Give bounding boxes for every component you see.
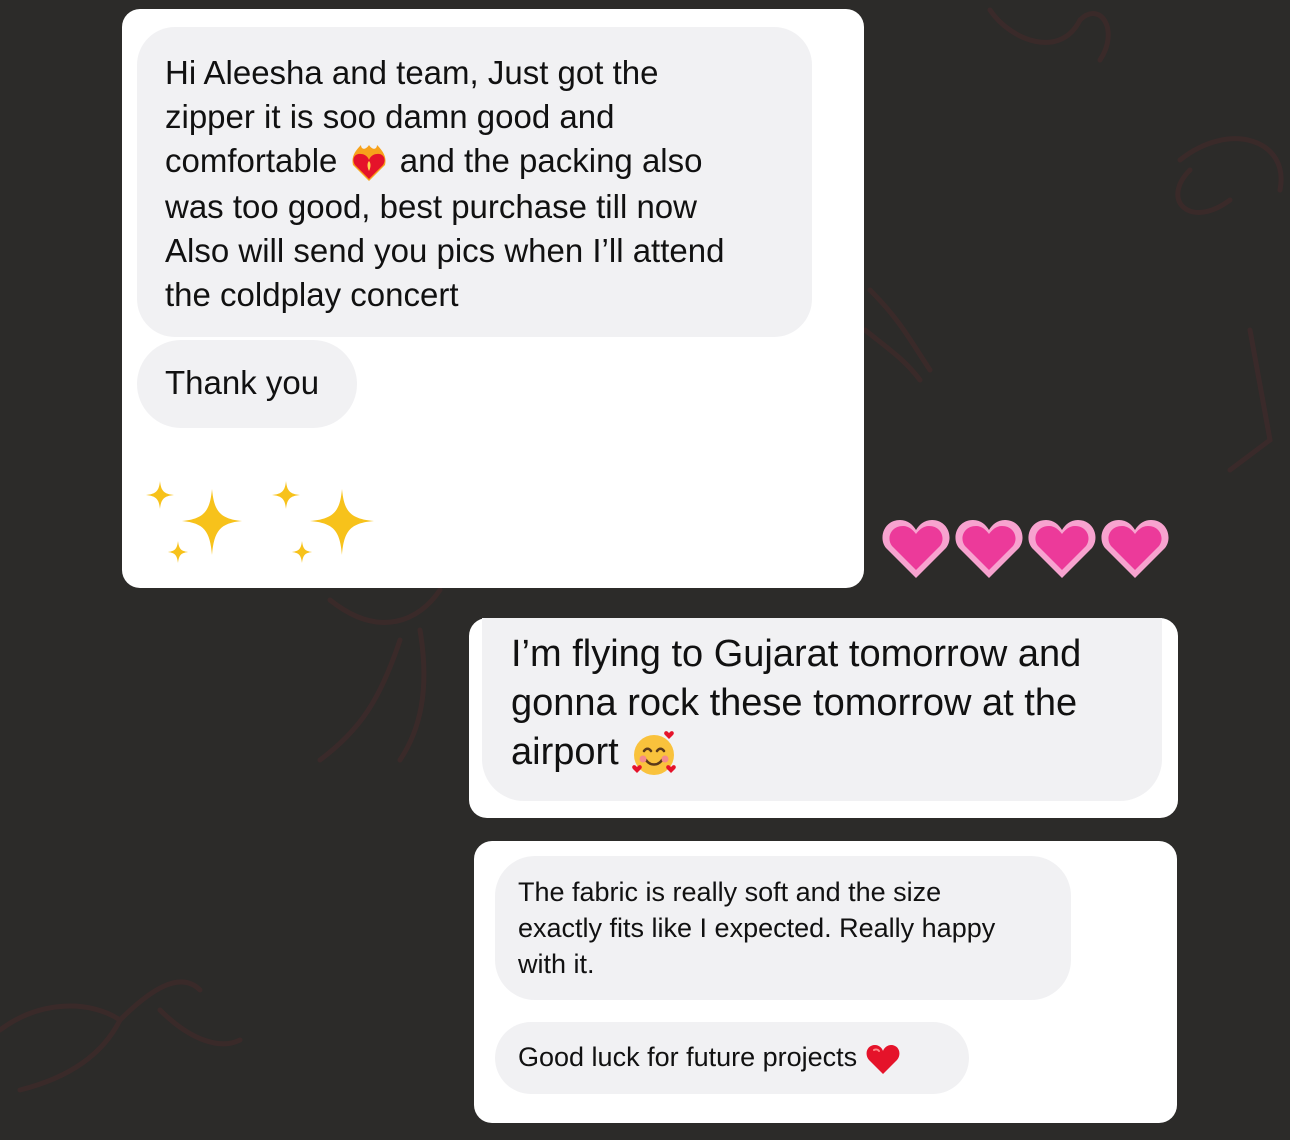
red-heart-icon xyxy=(866,1044,900,1074)
message-text: Thank you xyxy=(165,364,320,401)
growing-heart-icon xyxy=(882,520,950,578)
message-card-1: Hi Aleesha and team, Just got the zipper … xyxy=(122,9,864,588)
message-bubble-fabric: The fabric is really soft and the size ex… xyxy=(495,856,1071,1000)
message-line: and the packing also xyxy=(399,142,703,179)
message-line: the coldplay concert xyxy=(165,276,459,314)
growing-heart-icon xyxy=(955,520,1023,578)
message-line: with it. xyxy=(518,949,595,979)
message-bubble-thanks: Thank you xyxy=(137,340,357,428)
message-bubble-review: Hi Aleesha and team, Just got the zipper … xyxy=(137,27,812,337)
growing-heart-icon xyxy=(1028,520,1096,578)
message-line: was too good, best purchase till now xyxy=(165,188,697,226)
message-line: gonna rock these tomorrow at the xyxy=(511,682,1078,724)
message-line: The fabric is really soft and the size xyxy=(518,877,942,907)
message-bubble-travel: I’m flying to Gujarat tomorrow and gonna … xyxy=(482,618,1162,801)
growing-heart-icon xyxy=(1101,520,1169,578)
message-line: I’m flying to Gujarat tomorrow and xyxy=(511,633,1082,675)
message-line: airport xyxy=(511,731,619,773)
message-text: Good luck for future projects xyxy=(518,1042,858,1072)
message-line: zipper it is soo damn good and xyxy=(165,98,615,135)
message-bubble-good-luck: Good luck for future projects xyxy=(495,1022,969,1094)
message-line: Hi Aleesha and team, Just got the xyxy=(165,54,659,91)
hearts-reaction xyxy=(882,520,1169,578)
smiling-face-with-hearts-icon xyxy=(632,731,677,775)
message-line: exactly fits like I expected. Really hap… xyxy=(518,913,996,943)
message-line: Also will send you pics when I’ll attend xyxy=(165,232,725,270)
message-card-3: The fabric is really soft and the size ex… xyxy=(474,841,1177,1123)
heart-on-fire-icon xyxy=(352,145,386,182)
message-card-2: I’m flying to Gujarat tomorrow and gonna … xyxy=(469,618,1178,818)
sparkles-icon xyxy=(146,481,374,563)
message-line: comfortable xyxy=(165,142,338,179)
